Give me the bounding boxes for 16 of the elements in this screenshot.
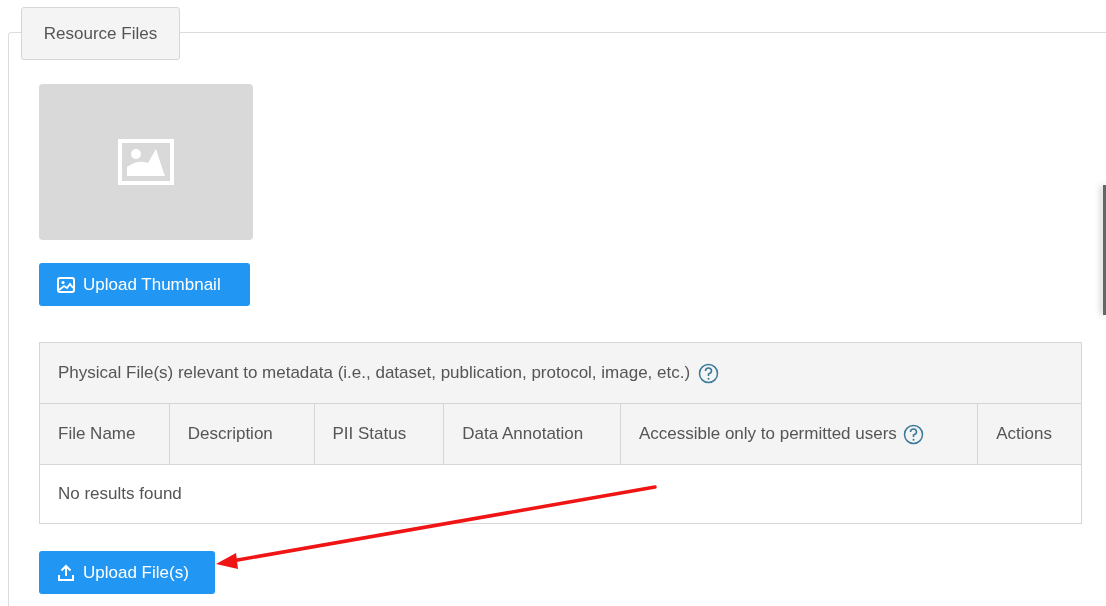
column-label: Accessible only to permitted users bbox=[638, 424, 897, 444]
table-title: Physical File(s) relevant to metadata (i.e., dataset, publication, protocol, image, etc.) bbox=[58, 363, 691, 383]
column-label: Data Annotation bbox=[462, 424, 584, 444]
upload-thumbnail-button[interactable]: Upload Thumbnail bbox=[39, 263, 250, 306]
empty-message: No results found bbox=[58, 484, 182, 504]
help-icon[interactable] bbox=[902, 423, 924, 445]
column-label: Actions bbox=[996, 424, 1052, 444]
image-icon bbox=[118, 139, 174, 185]
column-label: PII Status bbox=[332, 424, 407, 444]
column-label: Description bbox=[187, 424, 273, 444]
section-legend: Resource Files bbox=[21, 7, 180, 60]
upload-icon bbox=[57, 563, 75, 582]
upload-files-button[interactable]: Upload File(s) bbox=[39, 551, 215, 594]
help-icon[interactable] bbox=[698, 362, 720, 384]
image-icon bbox=[57, 276, 75, 293]
column-label: File Name bbox=[58, 424, 136, 444]
